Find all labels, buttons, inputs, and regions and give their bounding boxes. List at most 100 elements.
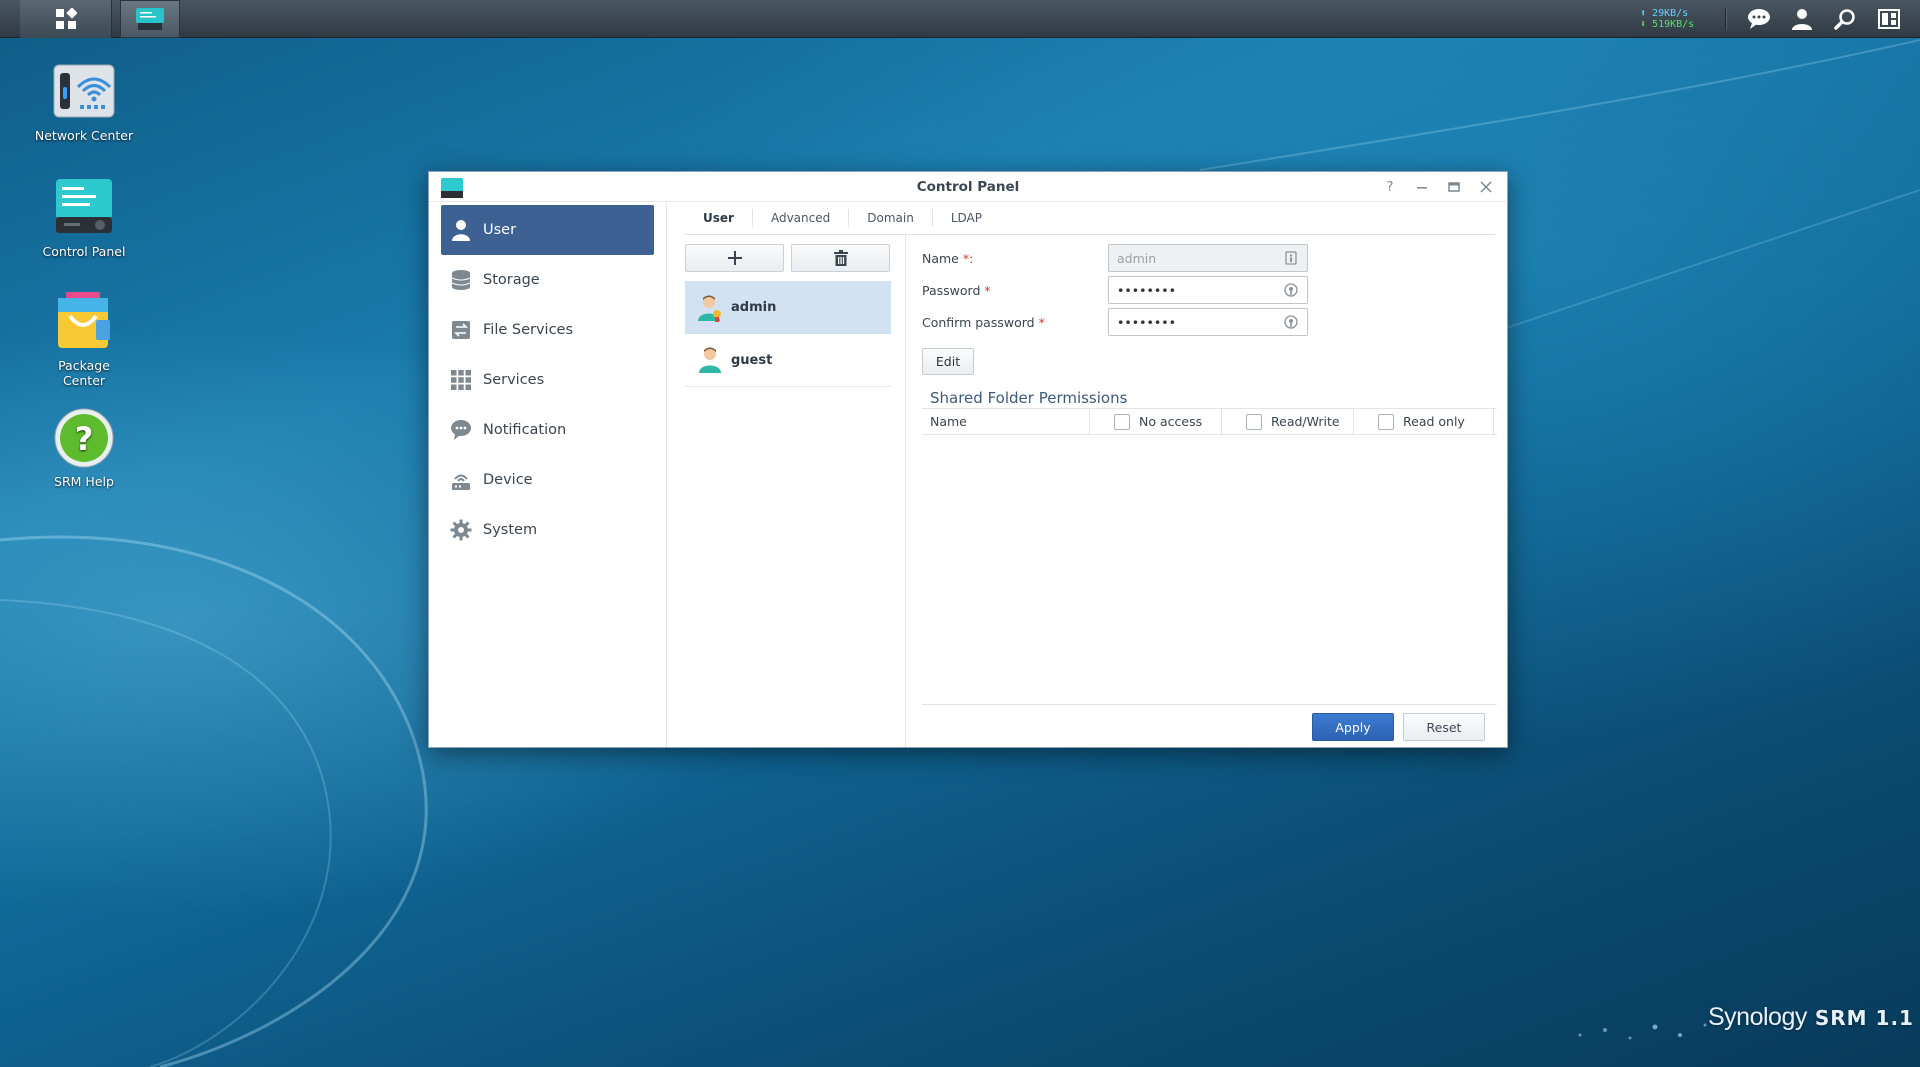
close-icon	[1480, 181, 1492, 193]
desktop-icon-control-panel[interactable]: Control Panel	[24, 176, 144, 259]
close-button[interactable]	[1477, 178, 1495, 196]
sidebar-item-services[interactable]: Services	[441, 355, 654, 405]
desktop-icon-srm-help[interactable]: ? SRM Help	[24, 406, 144, 489]
sidebar-item-label: Device	[483, 472, 533, 488]
sidebar-item-user[interactable]: User	[441, 205, 654, 255]
network-speed: ⬆ 29KB/s ⬇ 519KB/s	[1640, 8, 1695, 30]
sidebar-item-storage[interactable]: Storage	[441, 255, 654, 305]
search-icon	[1834, 9, 1855, 30]
control-panel-icon	[56, 179, 112, 233]
main-menu-icon	[55, 8, 77, 29]
confirm-password-field-row: Confirm password *	[922, 308, 1342, 336]
reset-button[interactable]: Reset	[1403, 713, 1485, 741]
tab-bar: User Advanced Domain LDAP	[685, 202, 1495, 235]
desktop-icon-network-center[interactable]: Network Center	[24, 60, 144, 143]
desktop-icon-label: Network Center	[34, 128, 134, 143]
notification-button[interactable]	[1746, 6, 1772, 32]
control-panel-window: Control Panel ? User Storage File Servic…	[428, 171, 1508, 748]
edit-button[interactable]: Edit	[922, 348, 974, 375]
user-row-guest[interactable]: guest	[685, 334, 891, 387]
read-write-checkbox[interactable]	[1246, 413, 1262, 430]
apply-button[interactable]: Apply	[1312, 713, 1394, 741]
password-input[interactable]	[1108, 276, 1308, 304]
storage-icon	[449, 268, 473, 292]
widgets-button[interactable]	[1876, 6, 1902, 32]
show-password-icon[interactable]	[1284, 283, 1298, 297]
download-speed: 519KB/s	[1652, 19, 1695, 30]
maximize-button[interactable]	[1445, 178, 1463, 196]
sidebar-item-file-services[interactable]: File Services	[441, 305, 654, 355]
permissions-table-header: Name No access Read/Write Read only	[922, 408, 1497, 435]
plus-icon	[727, 251, 742, 265]
notification-chat-icon	[1748, 9, 1770, 29]
control-panel-task-button[interactable]	[120, 0, 180, 38]
trash-icon	[833, 250, 848, 266]
read-only-checkbox[interactable]	[1378, 413, 1394, 430]
column-header-name[interactable]: Name	[922, 409, 1090, 434]
svg-text:?: ?	[75, 420, 94, 458]
sidebar-item-label: Storage	[483, 272, 540, 288]
confirm-password-input[interactable]	[1108, 308, 1308, 336]
show-password-icon[interactable]	[1284, 315, 1298, 329]
sidebar-item-notification[interactable]: Notification	[441, 405, 654, 455]
product-name: SRM 1.1	[1814, 1006, 1914, 1030]
desktop-icon-label: SRM Help	[54, 474, 114, 489]
network-center-icon	[53, 64, 115, 118]
tab-advanced[interactable]: Advanced	[753, 209, 850, 227]
desktop-icon-label: Package Center	[58, 358, 110, 388]
search-button[interactable]	[1832, 6, 1858, 32]
window-titlebar[interactable]: Control Panel ?	[429, 172, 1507, 202]
desktop-icon-package-center[interactable]: Package Center	[24, 290, 144, 388]
desktop-icon-label: Control Panel	[42, 244, 126, 259]
footer-divider	[922, 704, 1497, 705]
sidebar-item-label: System	[483, 522, 538, 538]
column-header-read-write: Read/Write	[1222, 409, 1354, 434]
tab-ldap[interactable]: LDAP	[933, 209, 1000, 227]
no-access-checkbox[interactable]	[1114, 413, 1130, 430]
main-menu-button[interactable]	[20, 0, 112, 38]
widgets-icon	[1878, 9, 1900, 29]
sidebar: User Storage File Services Services Noti…	[429, 203, 667, 747]
user-icon	[1792, 9, 1812, 30]
tab-domain[interactable]: Domain	[849, 209, 933, 227]
control-panel-task-icon	[136, 8, 164, 30]
column-header-no-access: No access	[1090, 409, 1222, 434]
required-marker: *:	[962, 251, 974, 266]
help-icon: ?	[54, 408, 114, 468]
confirm-password-label: Confirm password *	[922, 315, 1045, 330]
sidebar-item-device[interactable]: Device	[441, 455, 654, 505]
window-title: Control Panel	[916, 179, 1020, 195]
minimize-button[interactable]	[1413, 178, 1431, 196]
user-menu-button[interactable]	[1789, 6, 1815, 32]
password-label: Password *	[922, 283, 991, 298]
sidebar-item-label: Notification	[483, 422, 567, 438]
upload-speed: 29KB/s	[1652, 8, 1689, 19]
help-question-icon: ?	[1386, 179, 1394, 195]
delete-user-button[interactable]	[791, 244, 890, 272]
password-field-row: Password *	[922, 276, 1342, 304]
brand-name: Synology	[1708, 1003, 1807, 1031]
help-button[interactable]: ?	[1381, 178, 1399, 196]
package-center-icon	[58, 292, 110, 348]
name-label: Name *:	[922, 251, 974, 266]
name-input[interactable]	[1108, 244, 1308, 272]
maximize-icon	[1448, 182, 1460, 192]
admin-user-icon	[698, 295, 721, 322]
user-list-pane: admin guest	[685, 244, 891, 747]
brand-dots-decoration	[1578, 1023, 1707, 1040]
minimize-icon	[1417, 187, 1427, 189]
sidebar-item-system[interactable]: System	[441, 505, 654, 555]
user-row-admin[interactable]: admin	[685, 281, 891, 334]
taskbar-separator	[1725, 8, 1726, 30]
tab-user[interactable]: User	[685, 209, 753, 227]
user-icon	[449, 218, 473, 242]
required-marker: *	[1038, 315, 1045, 330]
name-field-row: Name *:	[922, 244, 1342, 272]
column-header-read-only: Read only	[1354, 409, 1494, 434]
taskbar: ⬆ 29KB/s ⬇ 519KB/s	[0, 0, 1920, 38]
required-marker: *	[984, 283, 991, 298]
shared-folder-permissions-title: Shared Folder Permissions	[930, 389, 1128, 407]
add-user-button[interactable]	[685, 244, 784, 272]
user-edit-form: Name *: Password * Confirm password * Ed…	[922, 244, 1497, 747]
user-name: admin	[731, 300, 777, 315]
